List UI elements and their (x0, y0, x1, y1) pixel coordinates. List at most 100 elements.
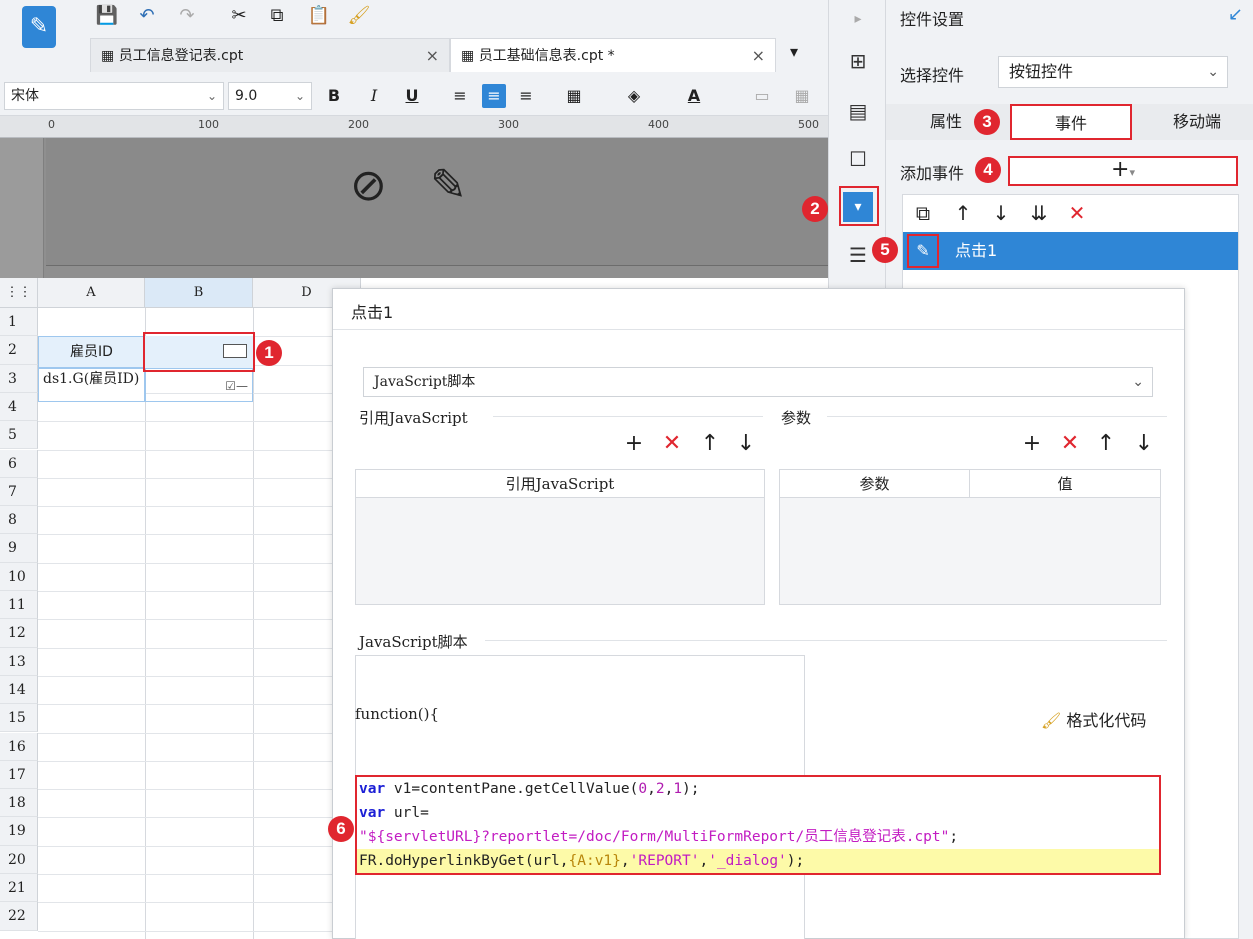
row-header[interactable]: 22 (0, 902, 38, 931)
merge-icon[interactable]: ▭ (750, 84, 774, 108)
checkbox-widget-icon: ☑— (225, 379, 248, 393)
font-size-select[interactable]: 9.0 ⌄ (228, 82, 312, 110)
form-canvas[interactable]: ⊘ ✎ (0, 138, 828, 278)
save-icon[interactable]: 💾 (94, 4, 120, 28)
row-header[interactable]: 15 (0, 704, 38, 733)
arrow-down-icon[interactable]: ↓ (733, 431, 759, 456)
align-right-icon[interactable]: ≡ (514, 84, 538, 108)
tab-menu-icon[interactable]: ▾ (790, 42, 798, 61)
undo-icon[interactable]: ↶ (134, 4, 160, 28)
grid-line (38, 732, 338, 734)
list-icon[interactable]: ☰ (843, 240, 873, 270)
divider (827, 416, 1167, 417)
italic-button[interactable]: I (362, 84, 386, 108)
align-center-icon[interactable]: ≡ (482, 84, 506, 108)
panel-tabs: 属性 事件 移动端 (886, 104, 1253, 140)
delete-icon[interactable]: ✕ (1057, 431, 1083, 456)
font-color-button[interactable]: A (682, 84, 706, 108)
format-brush-icon[interactable]: 🖌 (346, 4, 372, 28)
row-header[interactable]: 4 (0, 392, 38, 422)
redo-icon[interactable]: ↷ (174, 4, 200, 28)
row-header[interactable]: 8 (0, 506, 38, 535)
border-icon[interactable]: ▦ (562, 84, 586, 108)
column-header-b[interactable]: B (145, 278, 253, 308)
fill-color-icon[interactable]: ◈ (622, 84, 646, 108)
event-type-select[interactable]: JavaScript脚本 ⌄ (363, 367, 1153, 397)
row-header[interactable]: 6 (0, 449, 38, 478)
align-left-icon[interactable]: ≡ (448, 84, 472, 108)
arrow-up-icon[interactable]: ↑ (697, 431, 723, 456)
row-header[interactable]: 13 (0, 647, 38, 676)
row-header[interactable]: 10 (0, 562, 38, 591)
pin-icon[interactable]: ↙ (1228, 4, 1243, 25)
row-header[interactable]: 14 (0, 675, 38, 705)
paste-icon[interactable]: 📋 (306, 4, 332, 28)
add-icon[interactable]: + (621, 431, 647, 456)
frame-icon[interactable]: ☐ (843, 144, 873, 174)
delete-icon[interactable]: ✕ (1063, 199, 1091, 227)
row-header[interactable]: 11 (0, 591, 38, 620)
row-header[interactable]: 1 (0, 308, 38, 337)
params-table[interactable]: 参数 值 (779, 469, 1161, 605)
row-header[interactable]: 12 (0, 619, 38, 648)
arrow-down-icon[interactable]: ↓ (987, 199, 1015, 227)
tab-events[interactable]: 事件 (1010, 104, 1132, 140)
delete-icon[interactable]: ✕ (659, 431, 685, 456)
underline-button[interactable]: U (400, 84, 424, 108)
row-header[interactable]: 18 (0, 789, 38, 818)
canvas-body[interactable]: ⊘ ✎ (46, 138, 828, 266)
cell-a2[interactable]: 雇员ID (38, 336, 145, 368)
ruler-tick: 500 (798, 118, 819, 131)
grid-line (38, 619, 338, 621)
add-icon[interactable]: + (1019, 431, 1045, 456)
grid-line (38, 675, 338, 677)
chevron-right-icon[interactable]: ▸ (843, 4, 873, 34)
edit-pencil-icon[interactable]: ✎ (907, 234, 939, 268)
row-header[interactable]: 7 (0, 477, 38, 507)
close-icon[interactable]: × (426, 39, 439, 73)
cell-a3[interactable]: ds1.G(雇员ID) (38, 368, 145, 402)
row-header[interactable]: 16 (0, 732, 38, 761)
row-header[interactable]: 21 (0, 874, 38, 903)
cell-attr-icon[interactable]: ⊞ (843, 46, 873, 76)
script-code-block[interactable]: var v1=contentPane.getCellValue(0,2,1); … (355, 775, 1161, 875)
column-header-a[interactable]: A (38, 278, 145, 308)
cell-b3[interactable]: ☑— (145, 368, 253, 402)
copy-icon[interactable]: ⧉ (264, 4, 290, 28)
grid-line (38, 449, 338, 451)
row-header[interactable]: 3 (0, 364, 38, 393)
row-header[interactable]: 19 (0, 817, 38, 846)
grid-line (38, 845, 338, 847)
close-icon[interactable]: × (752, 39, 765, 73)
widget-type-select[interactable]: 按钮控件 ⌄ (998, 56, 1228, 88)
font-name-select[interactable]: 宋体 ⌄ (4, 82, 224, 110)
row-header[interactable]: 20 (0, 845, 38, 874)
tab-employee-basic[interactable]: ▦ 员工基础信息表.cpt * × (450, 38, 776, 72)
row-header[interactable]: 5 (0, 421, 38, 450)
bold-button[interactable]: B (322, 84, 346, 108)
row-header[interactable]: 17 (0, 760, 38, 790)
row-header[interactable]: 2 (0, 336, 38, 365)
script-section-label: JavaScript脚本 (359, 633, 468, 651)
grid-icon[interactable]: ▦ (790, 84, 814, 108)
divider (333, 329, 1184, 330)
row-header[interactable]: 9 (0, 534, 38, 563)
cut-icon[interactable]: ✂ (226, 4, 252, 28)
ref-js-table[interactable]: 引用JavaScript (355, 469, 765, 605)
arrow-down-icon[interactable]: ↓ (1131, 431, 1157, 456)
params-section-label: 参数 (781, 409, 812, 427)
tab-employee-register[interactable]: ▦ 员工信息登记表.cpt × (90, 38, 450, 72)
condition-icon[interactable]: ▤ (843, 96, 873, 126)
highlight-cell-b2 (143, 332, 255, 372)
arrow-up-icon[interactable]: ↑ (1093, 431, 1119, 456)
ruler-tick: 400 (648, 118, 669, 131)
arrow-up-icon[interactable]: ↑ (949, 199, 977, 227)
sort-down-icon[interactable]: ⇊ (1025, 199, 1053, 227)
event-item[interactable]: ✎ 点击1 (903, 232, 1238, 270)
sheet-corner[interactable]: ⋮⋮ (0, 278, 38, 308)
format-brush-icon: 🖌 (1041, 711, 1062, 730)
copy-icon[interactable]: ⧉ (909, 199, 937, 227)
format-code-button[interactable]: 🖌 格式化代码 (1041, 707, 1146, 731)
tab-mobile[interactable]: 移动端 (1152, 104, 1242, 140)
add-event-button[interactable]: +▾ (1008, 156, 1238, 186)
